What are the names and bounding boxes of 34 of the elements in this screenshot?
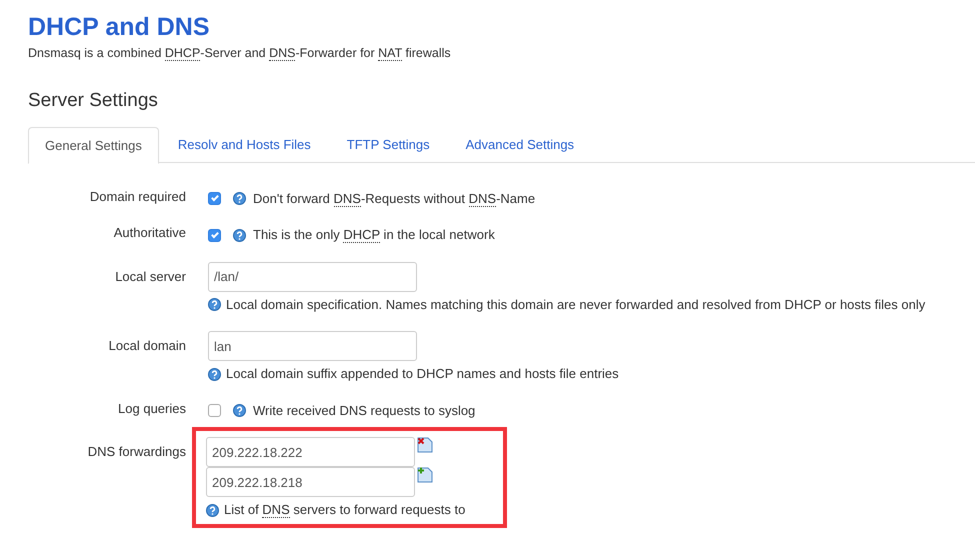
text-field[interactable]: 209.222.18.218 bbox=[206, 467, 415, 498]
field-label: Domain required bbox=[88, 188, 187, 205]
checkbox[interactable] bbox=[208, 192, 221, 205]
remove-icon[interactable] bbox=[417, 437, 433, 454]
help-icon[interactable] bbox=[233, 404, 246, 417]
checkbox[interactable] bbox=[208, 228, 221, 242]
text-field[interactable]: 209.222.18.222 bbox=[206, 437, 415, 468]
field-label: DNS forwardings bbox=[86, 443, 187, 462]
page-description: Dnsmasq is a combined DHCP-Server and DNS-Forwarder for NAT firewalls bbox=[28, 45, 452, 63]
help-text: This is the only DHCP in the local network bbox=[253, 226, 495, 245]
text-field[interactable]: /lan/ bbox=[208, 262, 417, 292]
checkbox[interactable] bbox=[208, 404, 221, 417]
text-field[interactable]: lan bbox=[208, 331, 417, 362]
help-icon[interactable] bbox=[208, 298, 221, 311]
add-icon[interactable] bbox=[417, 467, 433, 484]
help-icon[interactable] bbox=[233, 192, 246, 205]
help-icon[interactable] bbox=[206, 504, 219, 516]
field-label: Authoritative bbox=[112, 225, 187, 242]
tab[interactable]: General Settings bbox=[28, 126, 159, 164]
help-text: Don't forward DNS-Requests without DNS-Name bbox=[253, 190, 536, 208]
help-icon[interactable] bbox=[208, 368, 221, 380]
help-text: Local domain suffix appended to DHCP names and hosts file entries bbox=[226, 365, 619, 384]
help-text: Write received DNS requests to syslog bbox=[253, 402, 476, 420]
field-label: Log queries bbox=[117, 400, 187, 417]
help-icon[interactable] bbox=[233, 228, 246, 242]
page-title: DHCP and DNS bbox=[28, 12, 211, 42]
tab[interactable]: Resolv and Hosts Files bbox=[160, 126, 328, 163]
help-text: Local domain specification. Names matching this domain are never forwarded and resolved from DHCP or hosts files only bbox=[226, 296, 926, 314]
field-label: Local server bbox=[114, 268, 187, 286]
tab[interactable]: TFTP Settings bbox=[330, 126, 447, 163]
help-text: List of DNS servers to forward requests to bbox=[224, 501, 466, 520]
tab[interactable]: Advanced Settings bbox=[448, 126, 592, 163]
field-label: Local domain bbox=[108, 337, 187, 356]
section-title: Server Settings bbox=[28, 88, 159, 113]
